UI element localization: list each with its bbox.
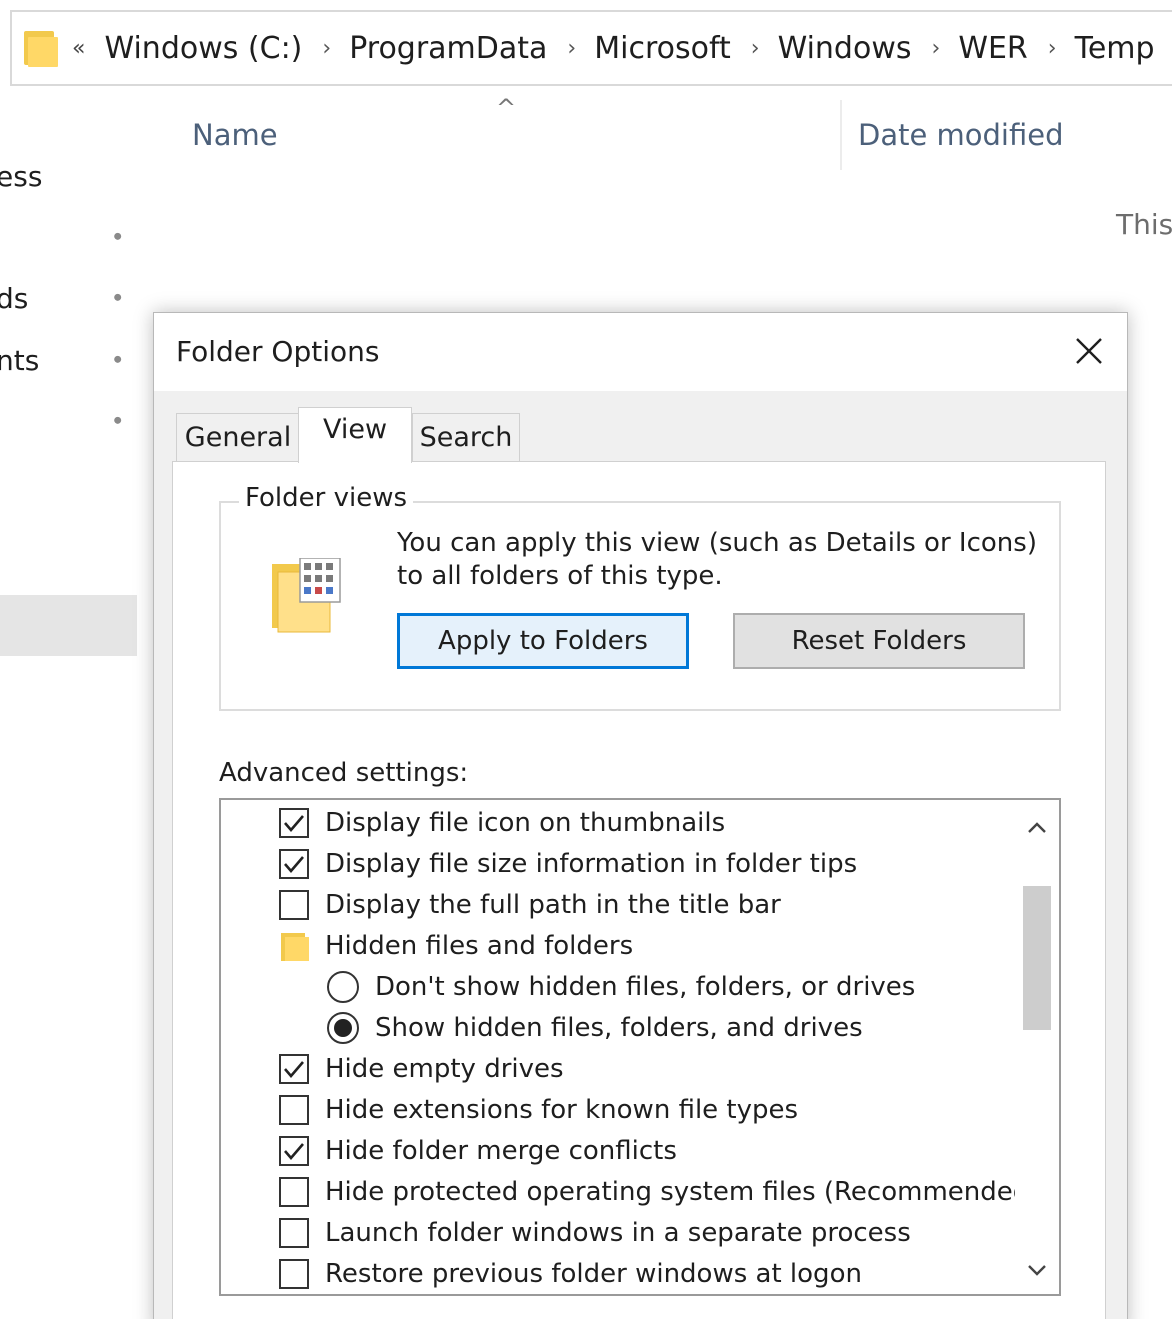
checkbox[interactable] (279, 807, 309, 838)
scroll-down-button[interactable] (1015, 1248, 1059, 1292)
address-bar[interactable]: « Windows (C:) › ProgramData › Microsoft… (10, 10, 1172, 86)
advanced-setting-label: Don't show hidden files, folders, or dri… (375, 971, 916, 1002)
checkbox[interactable] (279, 1258, 309, 1289)
chevron-right-icon[interactable]: › (322, 36, 331, 61)
chevron-right-icon[interactable]: › (1048, 36, 1057, 61)
pin-icon[interactable]: • (99, 280, 136, 317)
column-header-date-modified[interactable]: Date modified (858, 118, 1064, 152)
apply-to-folders-button[interactable]: Apply to Folders (397, 613, 689, 669)
advanced-setting-label: Hide extensions for known file types (325, 1094, 799, 1125)
advanced-setting-checkbox[interactable]: Hide extensions for known file types (279, 1089, 798, 1130)
advanced-setting-label: Hidden files and folders (325, 930, 634, 961)
folder-views-label: Folder views (239, 483, 414, 513)
advanced-setting-label: Launch folder windows in a separate proc… (325, 1217, 911, 1248)
folder-icon (279, 931, 309, 961)
dialog-titlebar[interactable]: Folder Options (154, 313, 1127, 391)
nav-item-quick-access[interactable]: ess (0, 160, 42, 193)
advanced-setting-label: Hide empty drives (325, 1053, 564, 1084)
advanced-setting-checkbox[interactable]: Hide folder merge conflicts (279, 1130, 677, 1171)
checkbox[interactable] (279, 848, 309, 879)
radio-button[interactable] (327, 970, 359, 1003)
checkbox[interactable] (279, 1094, 309, 1125)
advanced-setting-label: Restore previous folder windows at logon (325, 1258, 862, 1289)
view-tab-panel: Folder views You can apply this view (su… (172, 461, 1106, 1319)
pin-icon[interactable]: • (99, 403, 136, 440)
chevron-right-icon[interactable]: › (751, 36, 760, 61)
nav-item-documents[interactable]: nts (0, 344, 39, 377)
scroll-up-button[interactable] (1015, 806, 1059, 850)
navigation-pane: ess • ds • nts • • (0, 100, 145, 1319)
breadcrumb-windows-c[interactable]: Windows (C:) (100, 31, 306, 66)
checkmark-icon (284, 814, 304, 832)
breadcrumb-overflow-icon[interactable]: « (72, 36, 86, 61)
scrollbar-thumb[interactable] (1023, 886, 1051, 1030)
advanced-setting-checkbox[interactable]: Display file icon on thumbnails (279, 802, 725, 843)
screen: « Windows (C:) › ProgramData › Microsoft… (0, 0, 1172, 1319)
empty-folder-message: This (1116, 208, 1172, 241)
checkbox[interactable] (279, 889, 309, 920)
chevron-right-icon[interactable]: › (932, 36, 941, 61)
advanced-setting-checkbox[interactable]: Hide empty drives (279, 1048, 564, 1089)
tab-view[interactable]: View (298, 407, 412, 463)
close-icon (1076, 338, 1102, 364)
advanced-setting-label: Display the full path in the title bar (325, 889, 781, 920)
vertical-scrollbar[interactable] (1015, 800, 1059, 1294)
nav-item-downloads[interactable]: ds (0, 282, 28, 315)
breadcrumb-windows[interactable]: Windows (774, 31, 916, 66)
advanced-setting-checkbox[interactable]: Display the full path in the title bar (279, 884, 781, 925)
breadcrumb-programdata[interactable]: ProgramData (345, 31, 551, 66)
advanced-settings-list[interactable]: Display file icon on thumbnails Display f… (219, 798, 1061, 1296)
chevron-up-icon (1028, 822, 1046, 833)
tab-general[interactable]: General (176, 413, 300, 461)
advanced-setting-checkbox[interactable]: Restore previous folder windows at logon (279, 1253, 862, 1294)
advanced-setting-label: Hide folder merge conflicts (325, 1135, 677, 1166)
pin-icon[interactable]: • (99, 342, 136, 379)
radio-selected-dot (334, 1018, 352, 1037)
chevron-down-icon (1028, 1265, 1046, 1276)
advanced-setting-checkbox[interactable]: Hide protected operating system files (R… (279, 1171, 1039, 1212)
checkbox[interactable] (279, 1176, 309, 1207)
folder-views-icon (272, 558, 341, 633)
advanced-setting-checkbox[interactable]: Display file size information in folder … (279, 843, 857, 884)
checkbox[interactable] (279, 1217, 309, 1248)
breadcrumb-wer[interactable]: WER (954, 31, 1031, 66)
breadcrumb-temp[interactable]: Temp (1071, 31, 1159, 66)
checkmark-icon (284, 855, 304, 873)
pin-icon[interactable]: • (99, 219, 136, 256)
sort-ascending-icon: ^ (496, 94, 517, 122)
folder-views-description: You can apply this view (such as Details… (397, 528, 1037, 591)
radio-button[interactable] (327, 1011, 359, 1044)
folder-options-dialog: Folder Options General View Search Folde… (153, 312, 1128, 1319)
dialog-title: Folder Options (176, 335, 380, 368)
advanced-setting-label: Show hidden files, folders, and drives (375, 1012, 863, 1043)
reset-folders-button[interactable]: Reset Folders (733, 613, 1025, 669)
advanced-setting-radio[interactable]: Show hidden files, folders, and drives (327, 1007, 863, 1048)
checkbox[interactable] (279, 1135, 309, 1166)
folder-icon (24, 29, 58, 67)
advanced-setting-folder: Hidden files and folders (279, 925, 633, 966)
column-divider[interactable] (840, 100, 842, 170)
checkmark-icon (284, 1060, 304, 1078)
advanced-setting-radio[interactable]: Don't show hidden files, folders, or dri… (327, 966, 915, 1007)
close-button[interactable] (1069, 331, 1109, 371)
column-header-name[interactable]: Name (192, 118, 278, 152)
tab-search[interactable]: Search (412, 413, 520, 461)
nav-item-selected[interactable] (0, 595, 137, 656)
advanced-setting-checkbox[interactable]: Launch folder windows in a separate proc… (279, 1212, 911, 1253)
advanced-setting-label: Hide protected operating system files (R… (325, 1176, 1040, 1207)
advanced-settings-label: Advanced settings: (219, 758, 469, 788)
advanced-setting-label: Display file icon on thumbnails (325, 807, 726, 838)
breadcrumb-microsoft[interactable]: Microsoft (590, 31, 735, 66)
advanced-setting-label: Display file size information in folder … (325, 848, 858, 879)
checkbox[interactable] (279, 1053, 309, 1084)
checkmark-icon (284, 1142, 304, 1160)
folder-views-group: Folder views You can apply this view (su… (219, 483, 1061, 711)
chevron-right-icon[interactable]: › (567, 36, 576, 61)
